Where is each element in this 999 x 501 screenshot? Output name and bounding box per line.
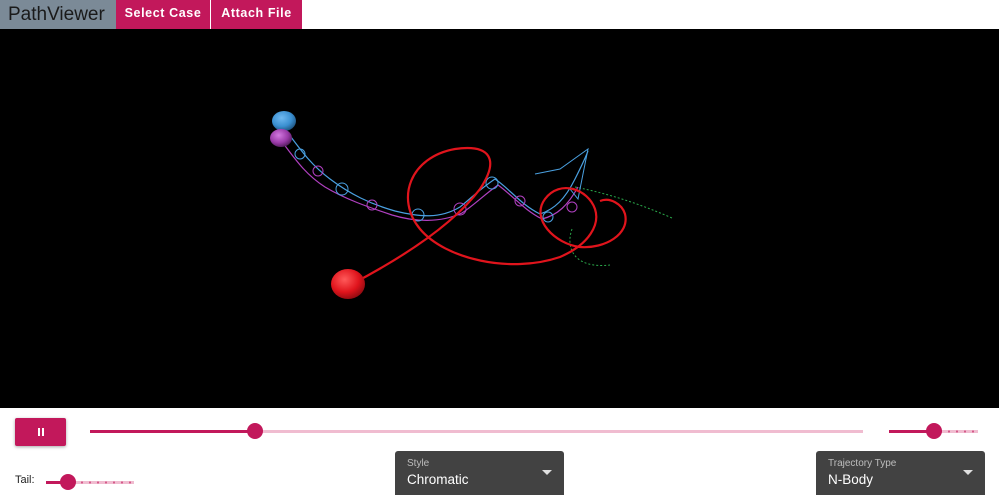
time-slider[interactable] (90, 423, 863, 439)
tail-slider-thumb[interactable] (60, 474, 76, 490)
chevron-down-icon (963, 470, 973, 475)
style-select[interactable]: Style Chromatic (395, 451, 564, 495)
tail-slider[interactable] (46, 474, 134, 490)
pause-icon (38, 428, 40, 436)
speed-slider-thumb[interactable] (925, 423, 942, 439)
style-select-label: Style (407, 458, 430, 469)
style-select-value: Chromatic (407, 472, 469, 487)
trajectory-viewport[interactable] (0, 29, 999, 408)
select-case-button[interactable]: Select Case (116, 0, 210, 29)
time-slider-thumb[interactable] (246, 423, 263, 439)
body-purple[interactable] (270, 129, 292, 147)
trajectory-type-value: N-Body (828, 472, 874, 487)
app-title: PathViewer (0, 0, 116, 29)
time-slider-fill (90, 430, 255, 433)
trajectory-type-label: Trajectory Type (828, 458, 897, 469)
tail-label: Tail: (15, 474, 35, 486)
body-red[interactable] (331, 269, 365, 299)
attach-file-button[interactable]: Attach File (211, 0, 302, 29)
top-toolbar: PathViewer Select Case Attach File (0, 0, 999, 29)
pause-icon-bar (42, 428, 44, 436)
chevron-down-icon (542, 470, 552, 475)
trail-purple (279, 138, 579, 221)
trajectory-canvas[interactable] (0, 29, 999, 408)
play-pause-button[interactable] (15, 418, 66, 446)
trajectory-type-select[interactable]: Trajectory Type N-Body (816, 451, 985, 495)
playback-controls: Tail: Style Chromatic Trajectory Type N-… (0, 408, 999, 501)
body-blue[interactable] (272, 111, 296, 131)
speed-slider[interactable] (889, 423, 978, 439)
trail-green (574, 186, 673, 219)
